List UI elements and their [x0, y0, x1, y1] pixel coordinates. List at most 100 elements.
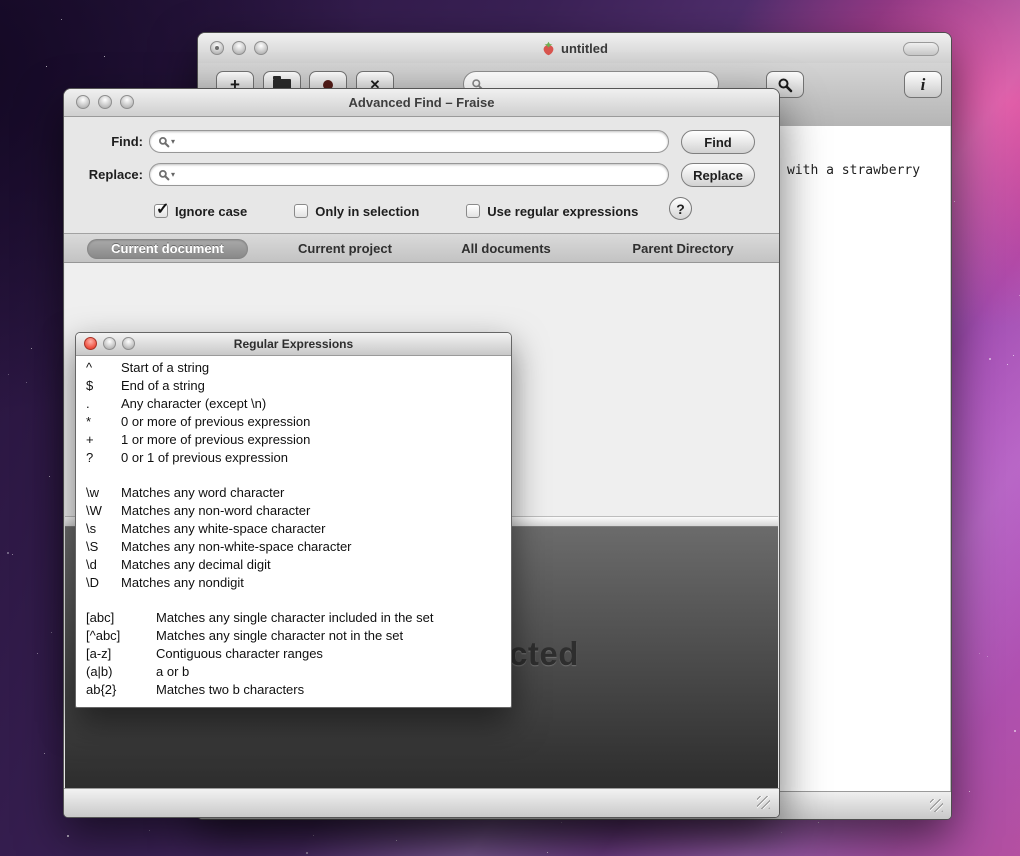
star-dot — [818, 822, 819, 823]
regex-symbol: \S — [86, 539, 99, 554]
replace-input[interactable]: ▾ — [149, 163, 669, 186]
regex-description: Matches any single character included in… — [156, 610, 434, 625]
regex-symbol: \d — [86, 557, 97, 572]
window-title-text: Regular Expressions — [233, 337, 354, 351]
window-title-text: Advanced Find – Fraise — [348, 95, 495, 110]
window-regular-expressions: Regular Expressions ^ Start of a string $ E… — [75, 332, 512, 708]
star-dot — [67, 835, 69, 837]
star-dot — [8, 374, 9, 375]
checkbox-label: Only in selection — [315, 203, 420, 219]
regex-description: Matches any word character — [121, 485, 285, 500]
star-dot — [46, 66, 47, 67]
star-dot — [954, 201, 955, 202]
tab-parent-directory[interactable]: Parent Directory — [612, 239, 754, 259]
regex-row: \W Matches any non-word character — [76, 502, 511, 520]
toolbar-toggle-button[interactable] — [903, 42, 939, 56]
star-dot — [989, 358, 991, 360]
regex-description: 0 or more of previous expression — [121, 414, 311, 429]
regex-description: Contiguous character ranges — [156, 646, 323, 661]
regex-description: Any character (except \n) — [121, 396, 267, 411]
scope-tab-bar: Current document Current project All docum… — [64, 233, 779, 263]
star-dot — [561, 822, 562, 823]
checkbox-box[interactable] — [466, 204, 481, 218]
strawberry-icon — [543, 41, 554, 55]
regex-row: +1 or more of previous expression — [76, 431, 511, 449]
find-button[interactable]: Find — [681, 130, 755, 154]
regex-row: \S Matches any non-white-space character — [76, 538, 511, 556]
star-dot — [12, 554, 13, 555]
regex-description: Start of a string — [121, 360, 210, 375]
star-dot — [37, 653, 38, 654]
close-button[interactable] — [210, 41, 224, 55]
zoom-button[interactable] — [122, 337, 135, 350]
help-button[interactable]: ? — [669, 197, 692, 220]
regex-description: End of a string — [121, 378, 205, 393]
regex-description: 1 or more of previous expression — [121, 432, 311, 447]
untitled-titlebar[interactable]: untitled — [198, 33, 951, 64]
checkbox-use-regular-expressions[interactable]: Use regular expressions — [466, 204, 638, 219]
resize-grip[interactable] — [757, 796, 770, 809]
regex-symbol: $ — [86, 378, 94, 393]
star-dot — [49, 476, 50, 477]
regex-description: Matches any white-space character — [121, 521, 326, 536]
star-dot — [7, 552, 9, 554]
regex-description: a or b — [156, 664, 190, 679]
regex-description: Matches any decimal digit — [121, 557, 271, 572]
minimize-button[interactable] — [103, 337, 116, 350]
regex-row: ab{2} Matches two b characters — [76, 681, 511, 699]
regex-row: . Any character (except \n) — [76, 395, 511, 413]
regex-description: Matches any nondigit — [121, 575, 244, 590]
info-button[interactable]: i — [904, 71, 942, 98]
regex-row: ^ Start of a string — [76, 359, 511, 377]
replace-button[interactable]: Replace — [681, 163, 755, 187]
regex-symbol: ^ — [86, 360, 93, 375]
regex-reference-list: ^ Start of a string $ End of a string . Any c… — [76, 355, 511, 707]
minimize-button[interactable] — [232, 41, 246, 55]
options-row: ✓ Ignore case Only in selection Use regular… — [154, 201, 685, 221]
find-input[interactable]: ▾ — [149, 130, 669, 153]
star-dot — [1014, 730, 1016, 732]
tab-current-project[interactable]: Current project — [280, 239, 410, 259]
checkbox-box[interactable]: ✓ — [154, 201, 169, 218]
checkbox-only-in-selection[interactable]: Only in selection — [294, 204, 419, 219]
chevron-down-icon: ▾ — [171, 170, 176, 179]
checkbox-label: Use regular expressions — [487, 203, 639, 219]
star-dot — [44, 753, 45, 754]
regex-symbol: ab{2} — [86, 682, 117, 697]
tab-current-document[interactable]: Current document — [87, 239, 248, 259]
regex-titlebar[interactable]: Regular Expressions — [76, 333, 511, 356]
regex-description: Matches any non-white-space character — [121, 539, 352, 554]
regex-row: \d Matches any decimal digit — [76, 556, 511, 574]
minimize-button[interactable] — [98, 95, 112, 109]
search-icon — [158, 169, 170, 180]
window-title-text: untitled — [561, 40, 608, 56]
resize-grip[interactable] — [930, 799, 943, 812]
checkbox-box[interactable] — [294, 204, 309, 218]
regex-row: (a|b) a or b — [76, 663, 511, 681]
regex-symbol: * — [86, 414, 92, 429]
close-button[interactable] — [76, 95, 90, 109]
regex-group: ^ Start of a string $ End of a string . Any c… — [76, 359, 511, 467]
zoom-button[interactable] — [254, 41, 268, 55]
regex-row: [abc] Matches any single character includ… — [76, 609, 511, 627]
regex-symbol: + — [86, 432, 94, 447]
regex-row: [a-z] Contiguous character ranges — [76, 645, 511, 663]
star-dot — [104, 56, 105, 57]
zoom-button[interactable] — [120, 95, 134, 109]
regex-symbol: [abc] — [86, 610, 115, 625]
regex-description: 0 or 1 of previous expression — [121, 450, 288, 465]
tab-all-documents[interactable]: All documents — [445, 239, 567, 259]
replace-label: Replace: — [88, 167, 143, 182]
regex-row: ? 0 or 1 of previous expression — [76, 449, 511, 467]
regex-symbol: [a-z] — [86, 646, 112, 661]
close-button[interactable] — [84, 337, 97, 350]
star-dot — [26, 382, 27, 383]
find-titlebar[interactable]: Advanced Find – Fraise — [64, 89, 779, 117]
regex-description: Matches any non-word character — [121, 503, 311, 518]
checkbox-ignore-case[interactable]: ✓ Ignore case — [154, 201, 247, 219]
regex-row: [^abc] Matches any single character not i… — [76, 627, 511, 645]
star-dot — [547, 852, 548, 853]
regex-row: \D Matches any nondigit — [76, 574, 511, 592]
regex-group: \w Matches any word character \W Matches an… — [76, 484, 511, 592]
regex-row: $ End of a string — [76, 377, 511, 395]
